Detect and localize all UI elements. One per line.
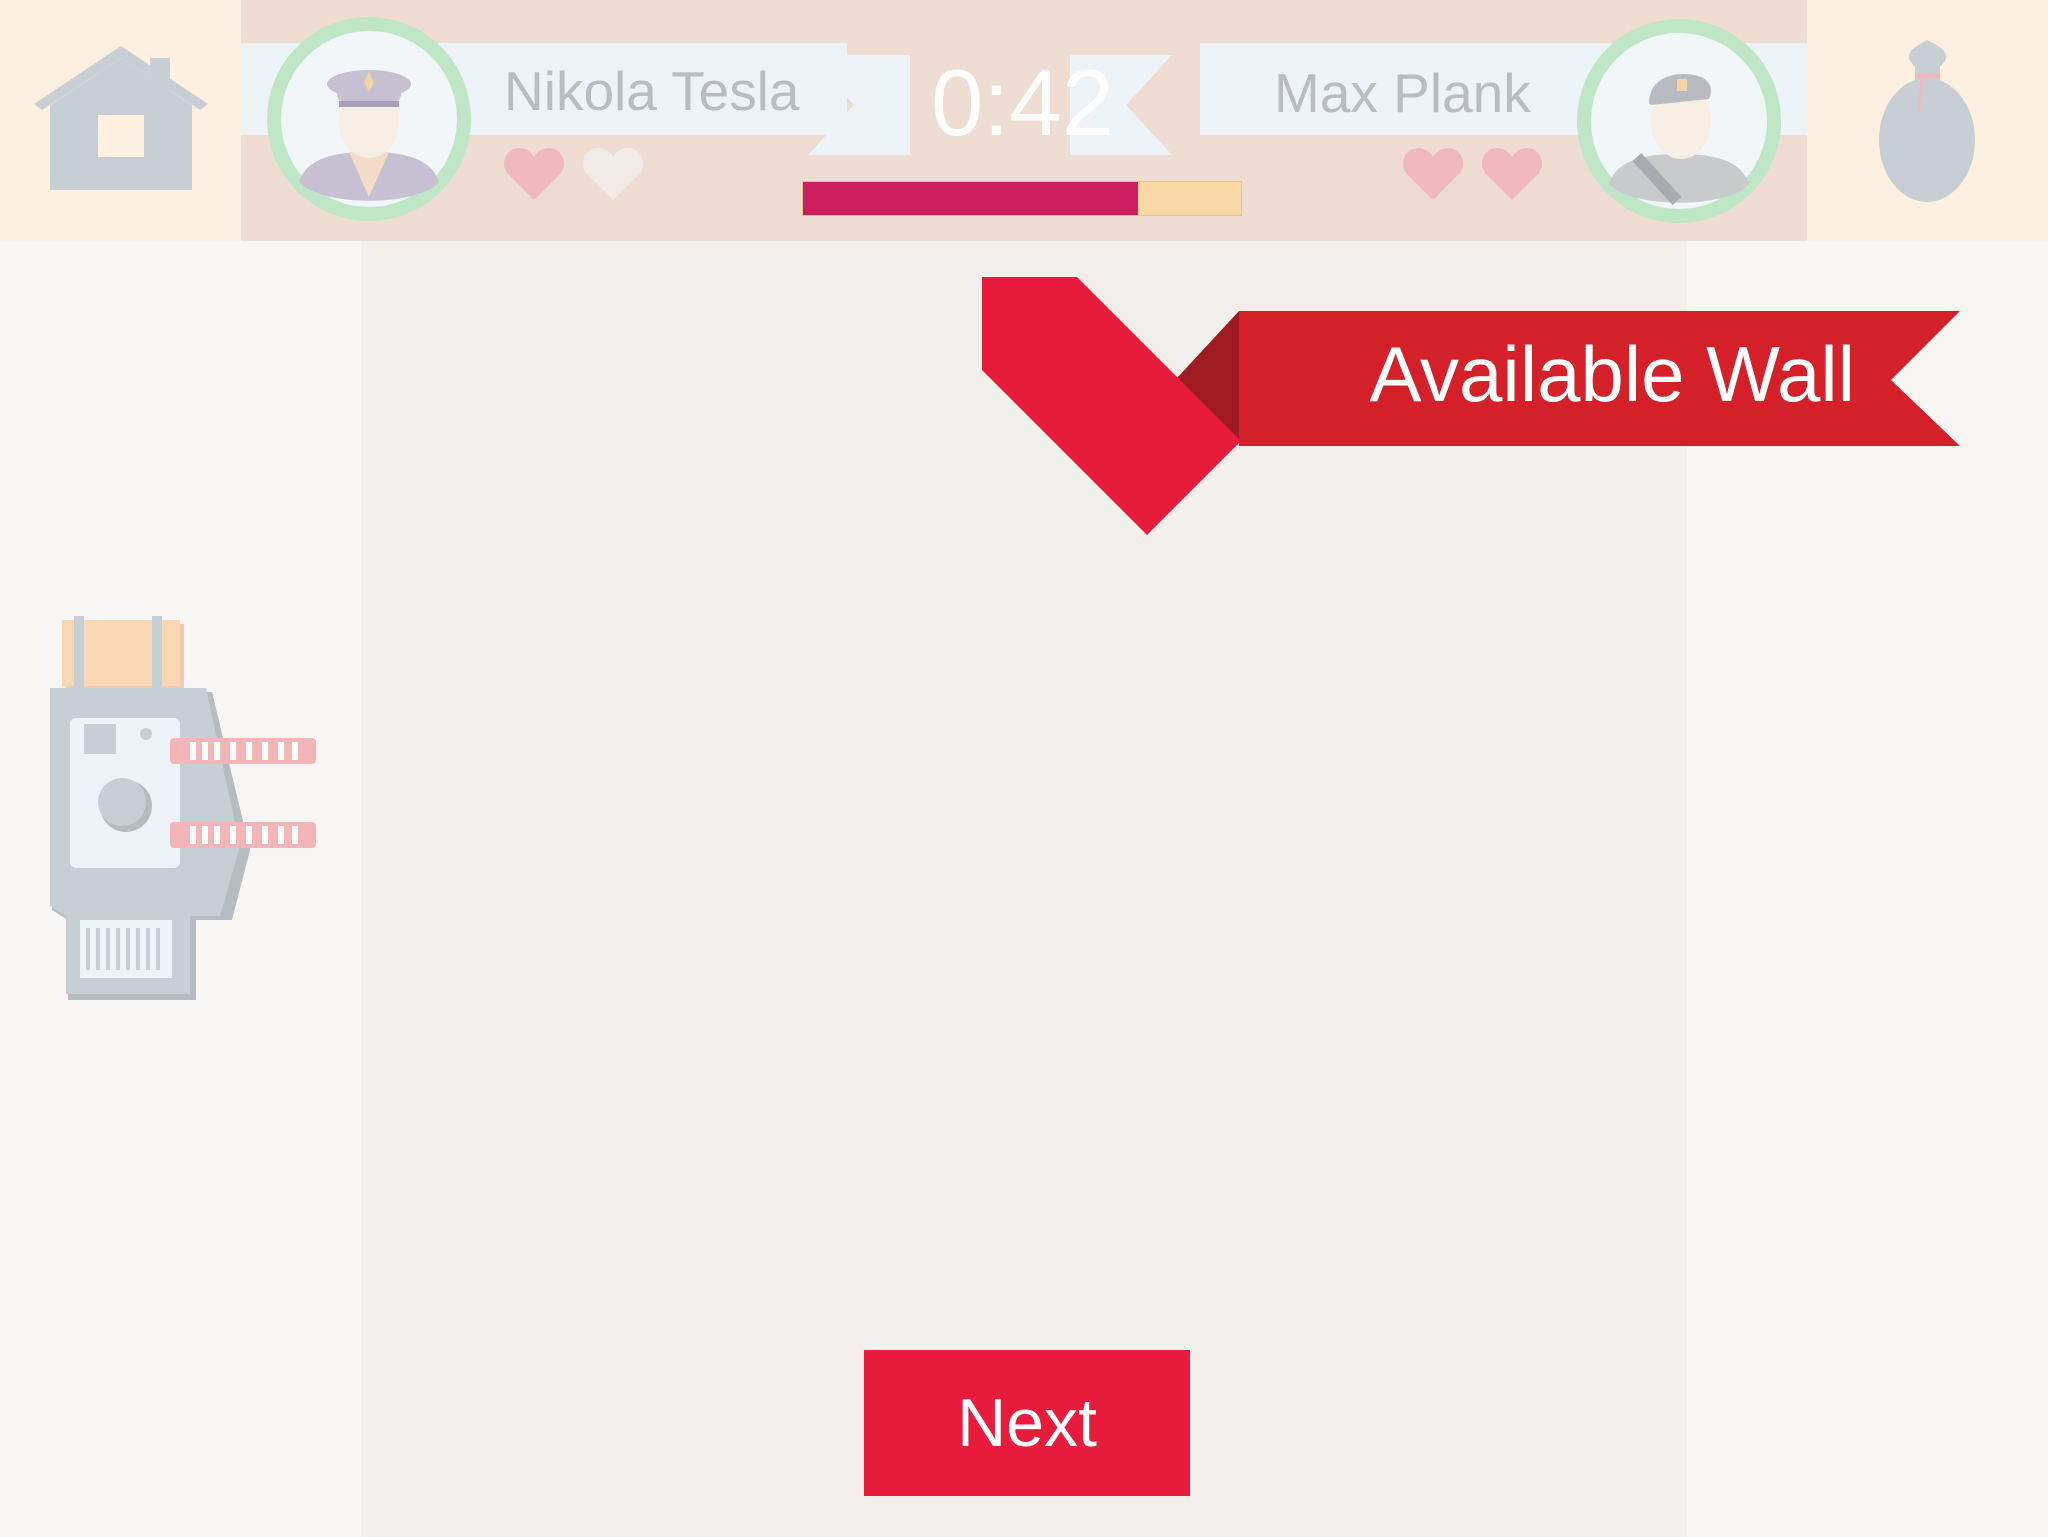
turret[interactable]: [40, 610, 330, 1010]
player-2-heart-full-icon: [1402, 146, 1464, 202]
player-2-name: Max Plank: [1274, 62, 1531, 124]
timer: 0:42: [931, 50, 1114, 155]
turret-icon: [50, 616, 316, 1000]
player-1-heart-empty-icon: [582, 146, 644, 202]
home-button[interactable]: [0, 0, 241, 241]
player-1-heart-full-icon: [503, 146, 565, 202]
officer-avatar-icon: [267, 17, 471, 221]
shop-button[interactable]: [1807, 0, 2048, 241]
money-bag-icon: [1879, 40, 1975, 202]
home-icon: [34, 46, 208, 190]
player-2-heart-full-icon: [1481, 146, 1543, 202]
soldier-avatar-icon: [1577, 19, 1781, 223]
player-1-avatar: [267, 17, 472, 222]
available-wall-label: Available Wall: [1369, 330, 1855, 418]
player-2-avatar: [1577, 19, 1782, 224]
next-button[interactable]: Next: [864, 1350, 1190, 1496]
player-1-name: Nikola Tesla: [504, 60, 800, 122]
timer-progress-fill: [803, 182, 1138, 215]
